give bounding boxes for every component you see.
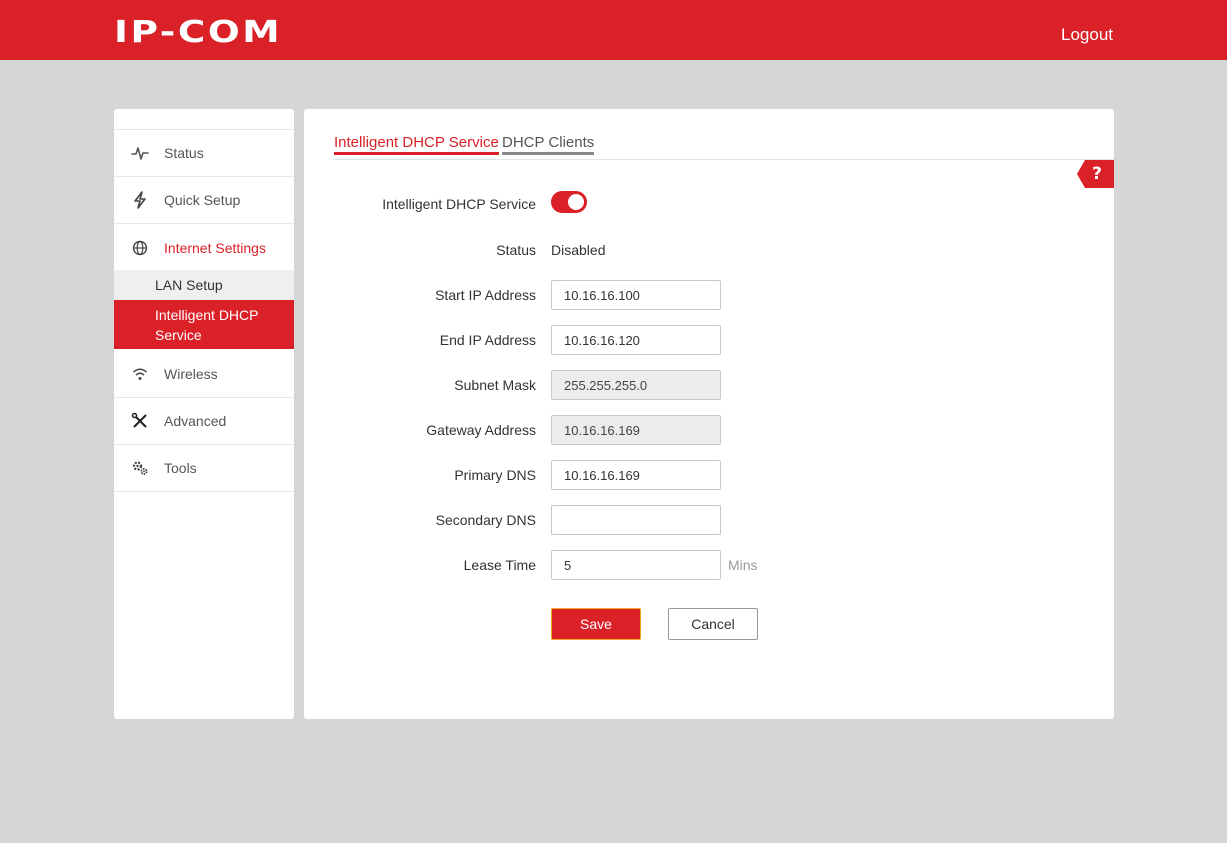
dhcp-service-toggle[interactable] (551, 191, 587, 213)
sidebar-item-label: Tools (164, 460, 197, 476)
lease-time-input[interactable] (551, 550, 721, 580)
tab-intelligent-dhcp-service[interactable]: Intelligent DHCP Service (334, 134, 499, 155)
pulse-icon (130, 143, 150, 163)
cancel-button[interactable]: Cancel (668, 608, 758, 640)
top-bar: IP-COM Logout (0, 0, 1227, 60)
sidebar-item-wireless[interactable]: Wireless (114, 351, 294, 398)
primary-dns-label: Primary DNS (454, 467, 536, 483)
wifi-icon (130, 364, 150, 384)
help-question-icon[interactable]: ? (1077, 160, 1114, 188)
form-row-service: Intelligent DHCP Service (304, 189, 1114, 219)
start-ip-label: Start IP Address (435, 287, 536, 303)
sidebar-item-status[interactable]: Status (114, 130, 294, 177)
toggle-knob (568, 194, 584, 210)
logout-link[interactable]: Logout (1061, 25, 1113, 45)
sidebar-item-label: Advanced (164, 413, 227, 429)
status-label: Status (496, 242, 536, 258)
form-row-end-ip: End IP Address (304, 325, 1114, 355)
gateway-label: Gateway Address (426, 422, 536, 438)
sidebar: Status Quick Setup Internet Settings LAN… (114, 109, 294, 719)
tools-icon (130, 411, 150, 431)
primary-dns-input[interactable] (551, 460, 721, 490)
form-row-start-ip: Start IP Address (304, 280, 1114, 310)
form-row-status: Status Disabled (304, 235, 1114, 265)
sidebar-subitem-label: Intelligent DHCP (155, 307, 259, 323)
end-ip-input[interactable] (551, 325, 721, 355)
sidebar-item-label: Wireless (164, 366, 218, 382)
sidebar-item-tools[interactable]: Tools (114, 445, 294, 492)
main-panel: Intelligent DHCP Service DHCP Clients ? … (304, 109, 1114, 719)
sidebar-item-advanced[interactable]: Advanced (114, 398, 294, 445)
sidebar-item-label: Quick Setup (164, 192, 241, 208)
lightning-icon (130, 190, 150, 210)
secondary-dns-input[interactable] (551, 505, 721, 535)
start-ip-input[interactable] (551, 280, 721, 310)
secondary-dns-label: Secondary DNS (435, 512, 536, 528)
sidebar-item-quick-setup[interactable]: Quick Setup (114, 177, 294, 224)
save-button[interactable]: Save (551, 608, 641, 640)
globe-icon (130, 238, 150, 258)
sidebar-item-internet-settings[interactable]: Internet Settings (114, 224, 294, 271)
tab-divider (334, 159, 1114, 160)
help-label: ? (1092, 164, 1102, 184)
form-row-secondary-dns: Secondary DNS (304, 505, 1114, 535)
sidebar-subitem-intelligent-dhcp[interactable]: Intelligent DHCP Service (114, 300, 294, 349)
sidebar-item-label: Internet Settings (164, 239, 266, 256)
subnet-mask-label: Subnet Mask (454, 377, 536, 393)
status-value: Disabled (551, 242, 606, 258)
sidebar-item-label: Status (164, 145, 204, 161)
form-row-gateway: Gateway Address (304, 415, 1114, 445)
sidebar-subitem-label: Service (155, 327, 202, 343)
gears-icon (130, 458, 150, 478)
form-row-subnet-mask: Subnet Mask (304, 370, 1114, 400)
lease-time-unit: Mins (728, 557, 758, 573)
form-row-primary-dns: Primary DNS (304, 460, 1114, 490)
lease-time-label: Lease Time (463, 557, 536, 573)
sidebar-subitem-lan-setup[interactable]: LAN Setup (114, 270, 294, 300)
service-label: Intelligent DHCP Service (382, 196, 536, 212)
end-ip-label: End IP Address (439, 332, 536, 348)
gateway-input (551, 415, 721, 445)
tab-dhcp-clients[interactable]: DHCP Clients (502, 134, 595, 155)
ip-com-logo: IP-COM (114, 15, 283, 50)
subnet-mask-input (551, 370, 721, 400)
form-row-lease-time: Lease Time Mins (304, 550, 1114, 580)
